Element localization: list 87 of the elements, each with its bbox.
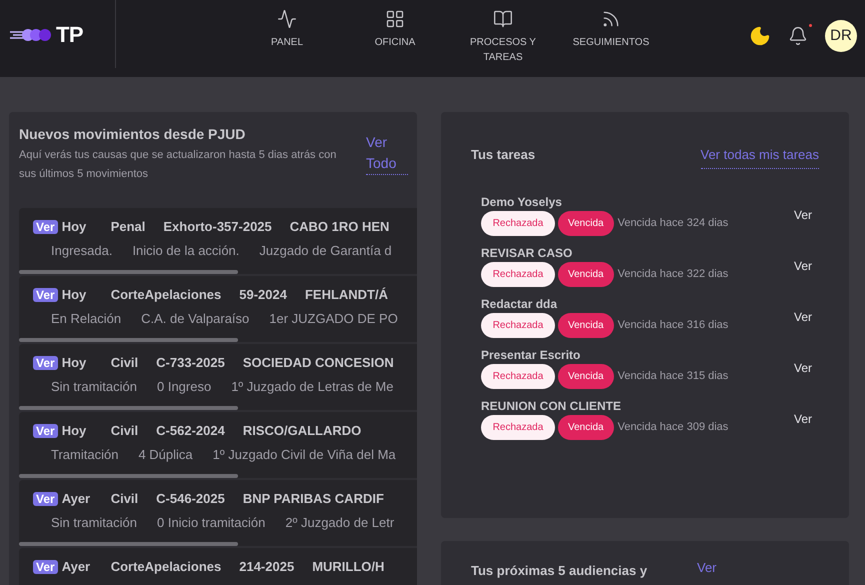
rss-icon xyxy=(601,9,621,29)
movement-day: Hoy xyxy=(62,285,111,304)
movement-day: Ayer xyxy=(62,557,111,576)
case-name: BNP PARIBAS CARDIF xyxy=(242,490,384,508)
status-tag: Rechazada xyxy=(481,210,555,236)
movement-detail: En Relación xyxy=(51,310,122,328)
movement-day: Hoy xyxy=(62,421,111,440)
status-tag: Rechazada xyxy=(481,364,555,388)
movement-detail: C.A. de Valparaíso xyxy=(141,310,250,328)
movement-detail: Sin tramitación xyxy=(51,378,137,396)
case-number: Exhorto-357-2025 xyxy=(163,218,272,236)
status-tag: Vencida xyxy=(558,414,614,440)
due-text: Vencida hace 309 dias xyxy=(618,420,728,435)
case-type: Civil xyxy=(110,422,138,440)
case-name: SOCIEDAD CONCESION xyxy=(242,354,394,372)
case-number: 214-2025 xyxy=(239,558,294,576)
movement-detail: 2º Juzgado de Letr xyxy=(285,514,394,532)
view-badge[interactable]: Ver xyxy=(33,424,58,438)
notification-icon[interactable] xyxy=(788,26,808,46)
case-name: MURILLO/H xyxy=(312,558,384,576)
movement-detail: Sin tramitación xyxy=(51,514,137,532)
view-badge[interactable]: Ver xyxy=(33,560,58,574)
nav-tab[interactable]: OFICINA xyxy=(341,9,449,65)
case-number: C-733-2025 xyxy=(156,354,225,372)
case-type: Penal xyxy=(110,218,146,236)
status-tag: Vencida xyxy=(558,312,614,338)
grid-icon xyxy=(385,9,405,29)
due-text: Vencida hace 322 dias xyxy=(618,266,728,282)
case-name: RISCO/GALLARDO xyxy=(242,422,362,440)
panel-title: Tus tareas xyxy=(471,146,536,164)
case-type: CorteApelaciones xyxy=(110,286,222,304)
case-number: 59-2024 xyxy=(239,286,287,304)
movement-day: Hoy xyxy=(62,217,111,236)
nav-tab[interactable]: PROCESOS Y TAREAS xyxy=(449,9,557,65)
status-tag: Rechazada xyxy=(481,262,555,286)
movement-detail: 1er JUZGADO DE PO xyxy=(269,310,398,328)
movement-detail: 1º Juzgado Civil de Viña del Ma xyxy=(212,446,396,464)
movement-detail: 0 Ingreso xyxy=(156,378,212,396)
movement-day: Hoy xyxy=(62,353,111,372)
task-name: REUNION CON CLIENTE xyxy=(481,398,622,414)
nav-tab[interactable]: SEGUIMIENTOS xyxy=(557,9,665,65)
view-button[interactable]: Ver xyxy=(794,410,812,428)
status-tag: Vencida xyxy=(558,210,614,236)
movement-detail: Ingresada. xyxy=(51,242,112,260)
view-button[interactable]: Ver xyxy=(794,308,812,326)
task-name: Demo Yoselys xyxy=(481,194,563,210)
logo-text: TP xyxy=(56,20,84,48)
movement-detail: Juzgado de Garantía d xyxy=(259,242,392,260)
case-number: C-562-2024 xyxy=(156,422,225,440)
movement-detail: 0 Inicio tramitación xyxy=(156,514,266,532)
movement-day: Ayer xyxy=(62,489,111,508)
view-button[interactable]: Ver xyxy=(794,256,812,274)
movement-detail: 1º Juzgado de Letras de Me xyxy=(231,378,394,396)
case-name: CABO 1RO HEN xyxy=(290,218,390,236)
status-tag: Vencida xyxy=(558,364,614,388)
view-button[interactable]: Ver xyxy=(794,206,812,224)
view-badge[interactable]: Ver xyxy=(33,288,58,302)
case-type: Civil xyxy=(110,490,138,508)
movement-detail: 4 Dúplica xyxy=(138,446,193,464)
case-type: CorteApelaciones xyxy=(110,558,222,576)
view-button[interactable]: Ver xyxy=(794,358,812,376)
panel-title: Tus próximas 5 audiencias y xyxy=(471,562,648,580)
task-name: Redactar dda xyxy=(481,296,558,312)
status-tag: Vencida xyxy=(558,262,614,286)
view-badge[interactable]: Ver xyxy=(33,220,58,234)
case-type: Civil xyxy=(110,354,138,372)
task-name: REVISAR CASO xyxy=(481,244,574,260)
case-number: C-546-2025 xyxy=(156,490,225,508)
nav-tab[interactable]: PANEL xyxy=(233,9,341,65)
movement-detail: Tramitación xyxy=(51,446,118,464)
task-name: Presentar Escrito xyxy=(481,346,582,362)
due-text: Vencida hace 316 dias xyxy=(618,318,728,333)
panel-subtitle: Aquí verás tus causas que se actualizaron hasta 5 dias atrás con sus últimos 5 movimientos xyxy=(19,148,337,182)
pulse-icon xyxy=(277,9,297,29)
case-name: FEHLANDT/Á xyxy=(304,286,388,304)
book-icon xyxy=(493,9,513,29)
due-text: Vencida hace 324 dias xyxy=(618,216,728,231)
view-badge[interactable]: Ver xyxy=(33,356,58,370)
panel-title: Nuevos movimientos desde PJUD xyxy=(19,125,246,144)
avatar[interactable]: DR xyxy=(825,20,857,52)
status-tag: Rechazada xyxy=(481,414,555,440)
moon-icon[interactable] xyxy=(749,25,771,47)
status-tag: Rechazada xyxy=(481,312,555,338)
movement-detail: Inicio de la acción. xyxy=(132,242,240,260)
due-text: Vencida hace 315 dias xyxy=(618,368,728,384)
view-badge[interactable]: Ver xyxy=(33,492,58,506)
logo-icon xyxy=(10,26,54,42)
